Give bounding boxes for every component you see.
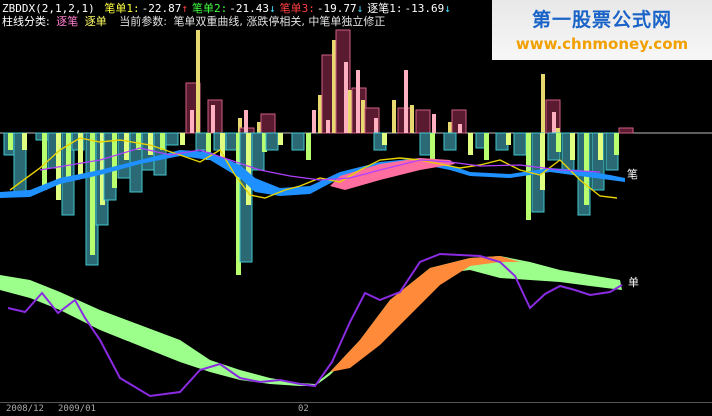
volume-bar-down bbox=[148, 133, 153, 155]
volume-bar-down bbox=[165, 132, 179, 146]
subheader-prefix: 柱线分类: bbox=[2, 15, 50, 28]
params-label: 当前参数: bbox=[119, 15, 167, 28]
arrow-up-icon: ↑ bbox=[181, 2, 188, 15]
volume-bar-up bbox=[211, 105, 215, 133]
volume-bar-up bbox=[312, 110, 316, 133]
volume-bar-down bbox=[540, 133, 545, 190]
time-axis: 2008/12 2009/01 02 bbox=[0, 402, 712, 416]
volume-bar-down bbox=[556, 133, 561, 152]
volume-bar-up bbox=[326, 120, 330, 133]
volume-bar-up bbox=[196, 30, 200, 133]
site-watermark: 第一股票公式网 www.chnmoney.com bbox=[492, 0, 712, 60]
volume-bar-down bbox=[291, 132, 305, 151]
volume-bar-up bbox=[618, 127, 634, 134]
volume-bar-down bbox=[443, 132, 457, 151]
volume-bar-up bbox=[552, 112, 556, 133]
x-tick: 2008/12 bbox=[6, 404, 44, 414]
volume-bar-up bbox=[458, 124, 462, 133]
arrow-down-icon: ↓ bbox=[268, 2, 276, 15]
volume-bar-down bbox=[160, 133, 165, 150]
volume-bar-down bbox=[382, 133, 387, 145]
volume-bar-up bbox=[361, 100, 365, 133]
volume-bar-up bbox=[404, 70, 408, 133]
volume-bar-up bbox=[257, 122, 261, 133]
indicator-plot[interactable] bbox=[0, 0, 712, 416]
volume-bar-up bbox=[432, 114, 436, 133]
header-item-label: 笔单2: bbox=[191, 2, 228, 15]
volume-bar-down bbox=[506, 133, 511, 145]
dan-band-green bbox=[0, 256, 622, 386]
tag-zhudan: 逐单 bbox=[84, 15, 107, 28]
header-item-value: -22.87 bbox=[141, 2, 182, 15]
volume-bar-down bbox=[306, 133, 311, 160]
header-item-value: -13.69 bbox=[404, 2, 445, 15]
volume-bar-down bbox=[430, 133, 435, 160]
volume-bar-down bbox=[614, 133, 619, 155]
arrow-down-icon: ↓ bbox=[444, 2, 451, 15]
volume-bar-up bbox=[332, 40, 336, 133]
volume-bar-up bbox=[410, 105, 414, 133]
volume-bar-down bbox=[484, 133, 489, 160]
volume-bar-up bbox=[415, 109, 431, 134]
volume-bar-up bbox=[190, 110, 194, 133]
x-tick: 2009/01 bbox=[58, 404, 96, 414]
header-item-value: -19.77 bbox=[316, 2, 357, 15]
chart-screen: ZBDDX(2,1,2,1) 笔单1: -22.87↑ 笔单2: -21.43↓ 笔单3… bbox=[0, 0, 712, 416]
volume-bar-down bbox=[66, 133, 71, 178]
header-item-label: 笔单1: bbox=[104, 2, 140, 15]
volume-bar-down bbox=[124, 133, 129, 160]
watermark-url: www.chnmoney.com bbox=[515, 35, 689, 53]
volume-bar-up bbox=[448, 122, 452, 133]
params-text: 笔单双重曲线, 涨跌停相关, 中笔单独立修正 bbox=[173, 15, 386, 28]
volume-bar-up bbox=[260, 113, 276, 134]
volume-bar-down bbox=[584, 133, 589, 205]
volume-bar-down bbox=[8, 133, 13, 150]
x-tick: 02 bbox=[298, 404, 309, 414]
volume-bar-up bbox=[348, 90, 352, 133]
watermark-title: 第一股票公式网 bbox=[531, 9, 672, 31]
volume-bar-up bbox=[374, 118, 378, 133]
volume-bar-down bbox=[90, 133, 95, 255]
dan-panel-label: 单 bbox=[628, 276, 639, 289]
bi-panel-label: 笔 bbox=[627, 168, 638, 181]
volume-bar-up bbox=[244, 110, 248, 133]
volume-bar-up bbox=[392, 100, 396, 133]
volume-bar-down bbox=[513, 132, 527, 156]
tag-zhubi: 逐笔 bbox=[56, 15, 79, 28]
arrow-down-icon: ↓ bbox=[356, 2, 364, 15]
volume-bar-down bbox=[598, 133, 603, 160]
header-item-label: 逐笔1: bbox=[367, 2, 403, 15]
volume-bar-up bbox=[541, 74, 545, 133]
volume-bar-up bbox=[318, 95, 322, 133]
indicator-subheader: 柱线分类: 逐笔 逐单 当前参数: 笔单双重曲线, 涨跌停相关, 中笔单独立修正 bbox=[2, 15, 385, 28]
indicator-header: ZBDDX(2,1,2,1) 笔单1: -22.87↑ 笔单2: -21.43↓ 笔单3… bbox=[2, 2, 455, 15]
volume-bar-down bbox=[570, 133, 575, 160]
volume-bar-down bbox=[468, 133, 473, 155]
volume-bar-down bbox=[265, 132, 279, 151]
volume-bar-up bbox=[344, 62, 348, 133]
volume-bar-down bbox=[278, 133, 283, 145]
volume-bar-up bbox=[556, 128, 560, 133]
volume-bar-down bbox=[22, 133, 27, 150]
volume-bar-down bbox=[526, 133, 531, 220]
volume-bar-down bbox=[180, 133, 185, 145]
indicator-name: ZBDDX(2,1,2,1) bbox=[2, 2, 95, 15]
volume-bar-up bbox=[356, 70, 360, 133]
header-item-value: -21.43 bbox=[229, 2, 269, 15]
header-item-label: 笔单3: bbox=[279, 2, 315, 15]
